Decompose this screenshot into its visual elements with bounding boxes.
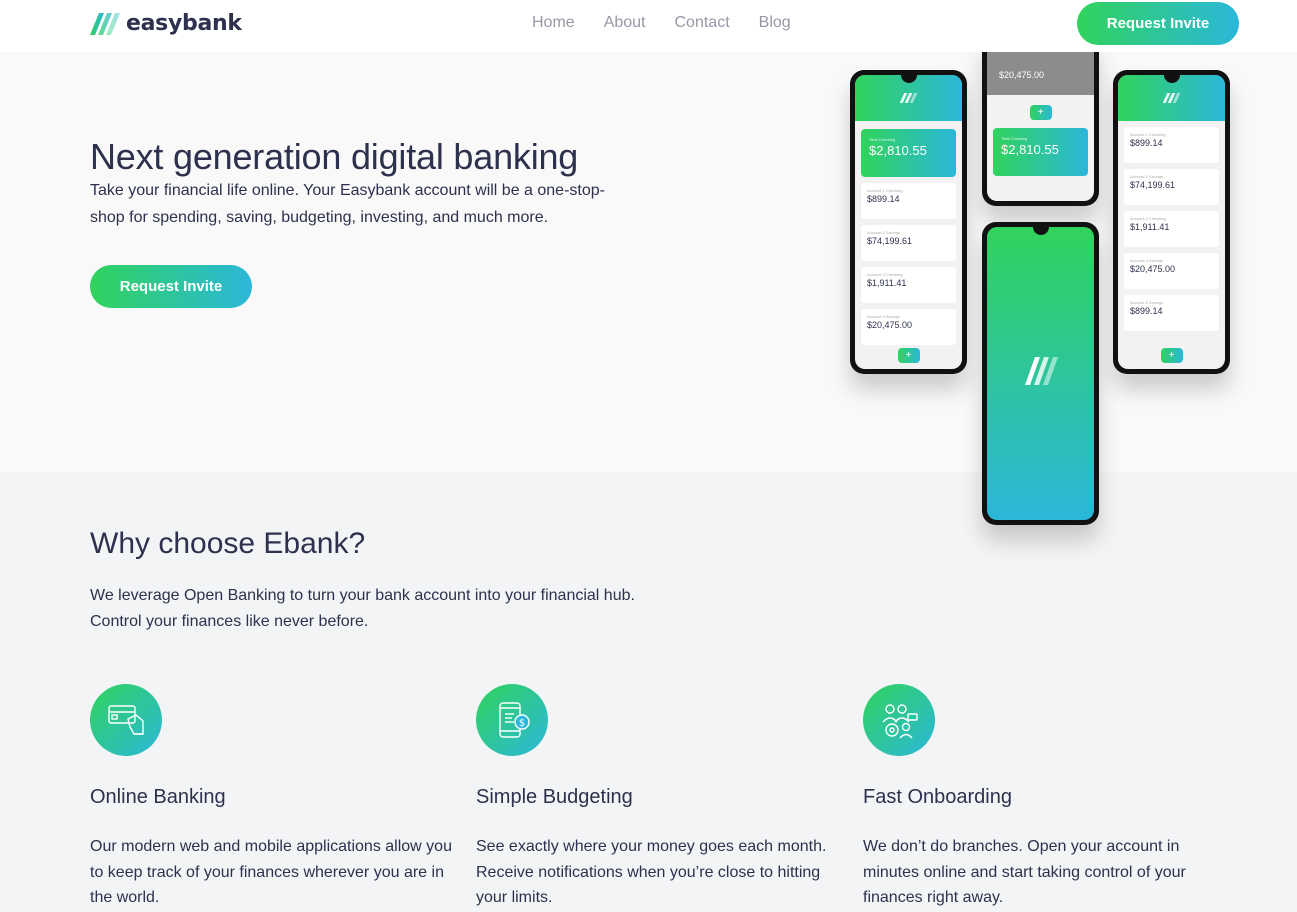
nav-blog[interactable]: Blog [759,14,791,32]
nav-home[interactable]: Home [532,14,575,32]
plus-icon: + [897,348,920,363]
header-request-invite-button[interactable]: Request Invite [1077,2,1239,45]
hero-title: Next generation digital banking [90,136,579,177]
phone-account-value: $20,475.00 [999,70,1045,80]
feature-text: Our modern web and mobile applications a… [90,838,452,906]
phone-account-value: $899.14 [1130,138,1163,148]
phone-account-value: $1,911.41 [867,278,907,288]
logo-mark-icon [90,12,120,35]
online-banking-icon [90,684,162,756]
feature-simple-budgeting: $ Simple Budgeting See exactly where you… [476,684,846,911]
feature-online-banking: Online Banking Our modern web and mobile… [90,684,460,911]
why-title: Why choose Ebank? [90,527,366,560]
budgeting-icon: $ [476,684,548,756]
hero-section: Next generation digital banking Take you… [0,52,1297,472]
logo-mark-icon [1025,357,1058,385]
hero-text: Take your financial life online. Your Ea… [90,182,605,226]
phone-account-value: $899.14 [1130,306,1163,316]
main-nav: Home About Contact Blog [532,14,791,32]
phone-total-value: $2,810.55 [1001,142,1059,157]
feature-text: See exactly where your money goes each m… [476,838,827,906]
feature-title: Fast Onboarding [863,786,1012,808]
plus-icon: + [1029,105,1052,120]
feature-text: We don’t do branches. Open your account … [863,838,1186,906]
phone-account-value: $74,199.61 [867,236,913,246]
hero-request-invite-button[interactable]: Request Invite [90,265,252,308]
phone-account-value: $899.14 [867,194,900,204]
phone-mockup-top: $20,475.00 + Total Checking $2,810.55 [982,40,1099,206]
feature-title: Simple Budgeting [476,786,633,808]
logo[interactable]: easybank [90,11,242,36]
onboarding-icon [863,684,935,756]
phone-account-value: $1,911.41 [1130,222,1170,232]
svg-text:$: $ [519,718,525,729]
feature-fast-onboarding: Fast Onboarding We don’t do branches. Op… [863,684,1233,911]
feature-title: Online Banking [90,786,226,808]
phone-account-value: $20,475.00 [867,320,913,330]
phone-account-value: $20,475.00 [1130,264,1176,274]
logo-text: easybank [126,11,242,36]
plus-icon: + [1160,348,1183,363]
phone-mockup-center [982,222,1099,525]
phone-account-value: $74,199.61 [1130,180,1176,190]
phone-mockup-left: Total Checking $2,810.55 Account 1 Checki… [850,70,967,374]
phone-mockup-right: Account 1 Checking $899.14 Account 2 Savi… [1113,70,1230,374]
site-header: easybank Home About Contact Blog Request… [0,0,1297,52]
why-text: We leverage Open Banking to turn your ba… [90,587,635,630]
nav-contact[interactable]: Contact [675,14,730,32]
nav-about[interactable]: About [604,14,646,32]
phone-total-value: $2,810.55 [869,143,927,158]
